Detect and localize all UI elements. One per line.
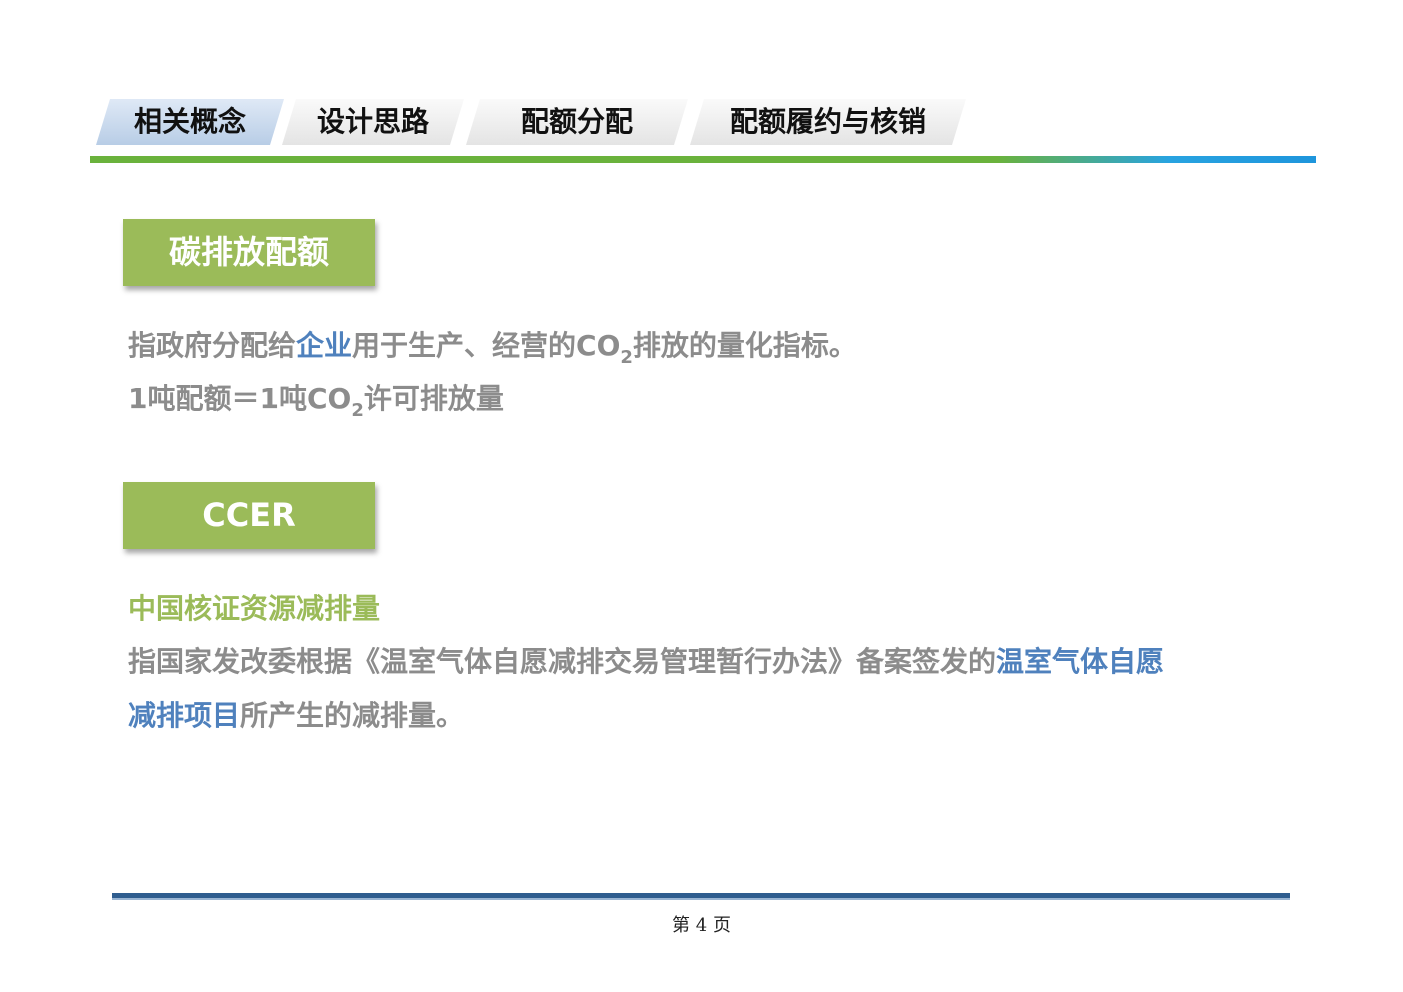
footer-divider bbox=[112, 893, 1290, 900]
text-segment: 所产生的减排量。 bbox=[240, 699, 465, 732]
highlight-ghg-voluntary: 温室气体自愿 bbox=[996, 645, 1165, 678]
section-heading-ccer: CCER bbox=[123, 482, 375, 549]
section-tabs: 相关概念 设计思路 配额分配 配额履约与核销 bbox=[96, 99, 976, 147]
tab-quota-allocation[interactable]: 配额分配 bbox=[466, 99, 688, 145]
text-segment: 指政府分配给 bbox=[128, 329, 297, 362]
ccer-subtitle: 中国核证资源减排量 bbox=[128, 592, 381, 625]
text-segment: 许可排放量 bbox=[363, 382, 504, 415]
highlight-reduction-project: 减排项目 bbox=[128, 699, 241, 732]
text-segment: 排放的量化指标。 bbox=[632, 329, 857, 362]
text-segment: 用于生产、经营的CO bbox=[352, 329, 621, 362]
text-segment: 1吨配额＝1吨CO bbox=[128, 382, 352, 415]
carbon-quota-definition: 指政府分配给企业用于生产、经营的CO2排放的量化指标。 bbox=[128, 326, 857, 368]
ccer-definition-line2: 减排项目所产生的减排量。 bbox=[128, 696, 464, 736]
page-number: 第 4 页 bbox=[672, 915, 731, 936]
ccer-definition-line1: 指国家发改委根据《温室气体自愿减排交易管理暂行办法》备案签发的温室气体自愿 bbox=[128, 642, 1164, 682]
text-segment: 指国家发改委根据《温室气体自愿减排交易管理暂行办法》备案签发的 bbox=[128, 645, 997, 678]
section-heading-carbon-quota: 碳排放配额 bbox=[123, 219, 375, 286]
carbon-quota-equivalence: 1吨配额＝1吨CO2许可排放量 bbox=[128, 379, 504, 421]
header-divider bbox=[90, 156, 1316, 163]
tab-design-approach[interactable]: 设计思路 bbox=[282, 99, 464, 145]
subscript: 2 bbox=[620, 347, 633, 368]
subscript: 2 bbox=[351, 400, 364, 421]
tab-quota-compliance[interactable]: 配额履约与核销 bbox=[690, 99, 966, 145]
highlight-enterprise: 企业 bbox=[296, 329, 353, 362]
tab-related-concepts[interactable]: 相关概念 bbox=[96, 99, 284, 145]
